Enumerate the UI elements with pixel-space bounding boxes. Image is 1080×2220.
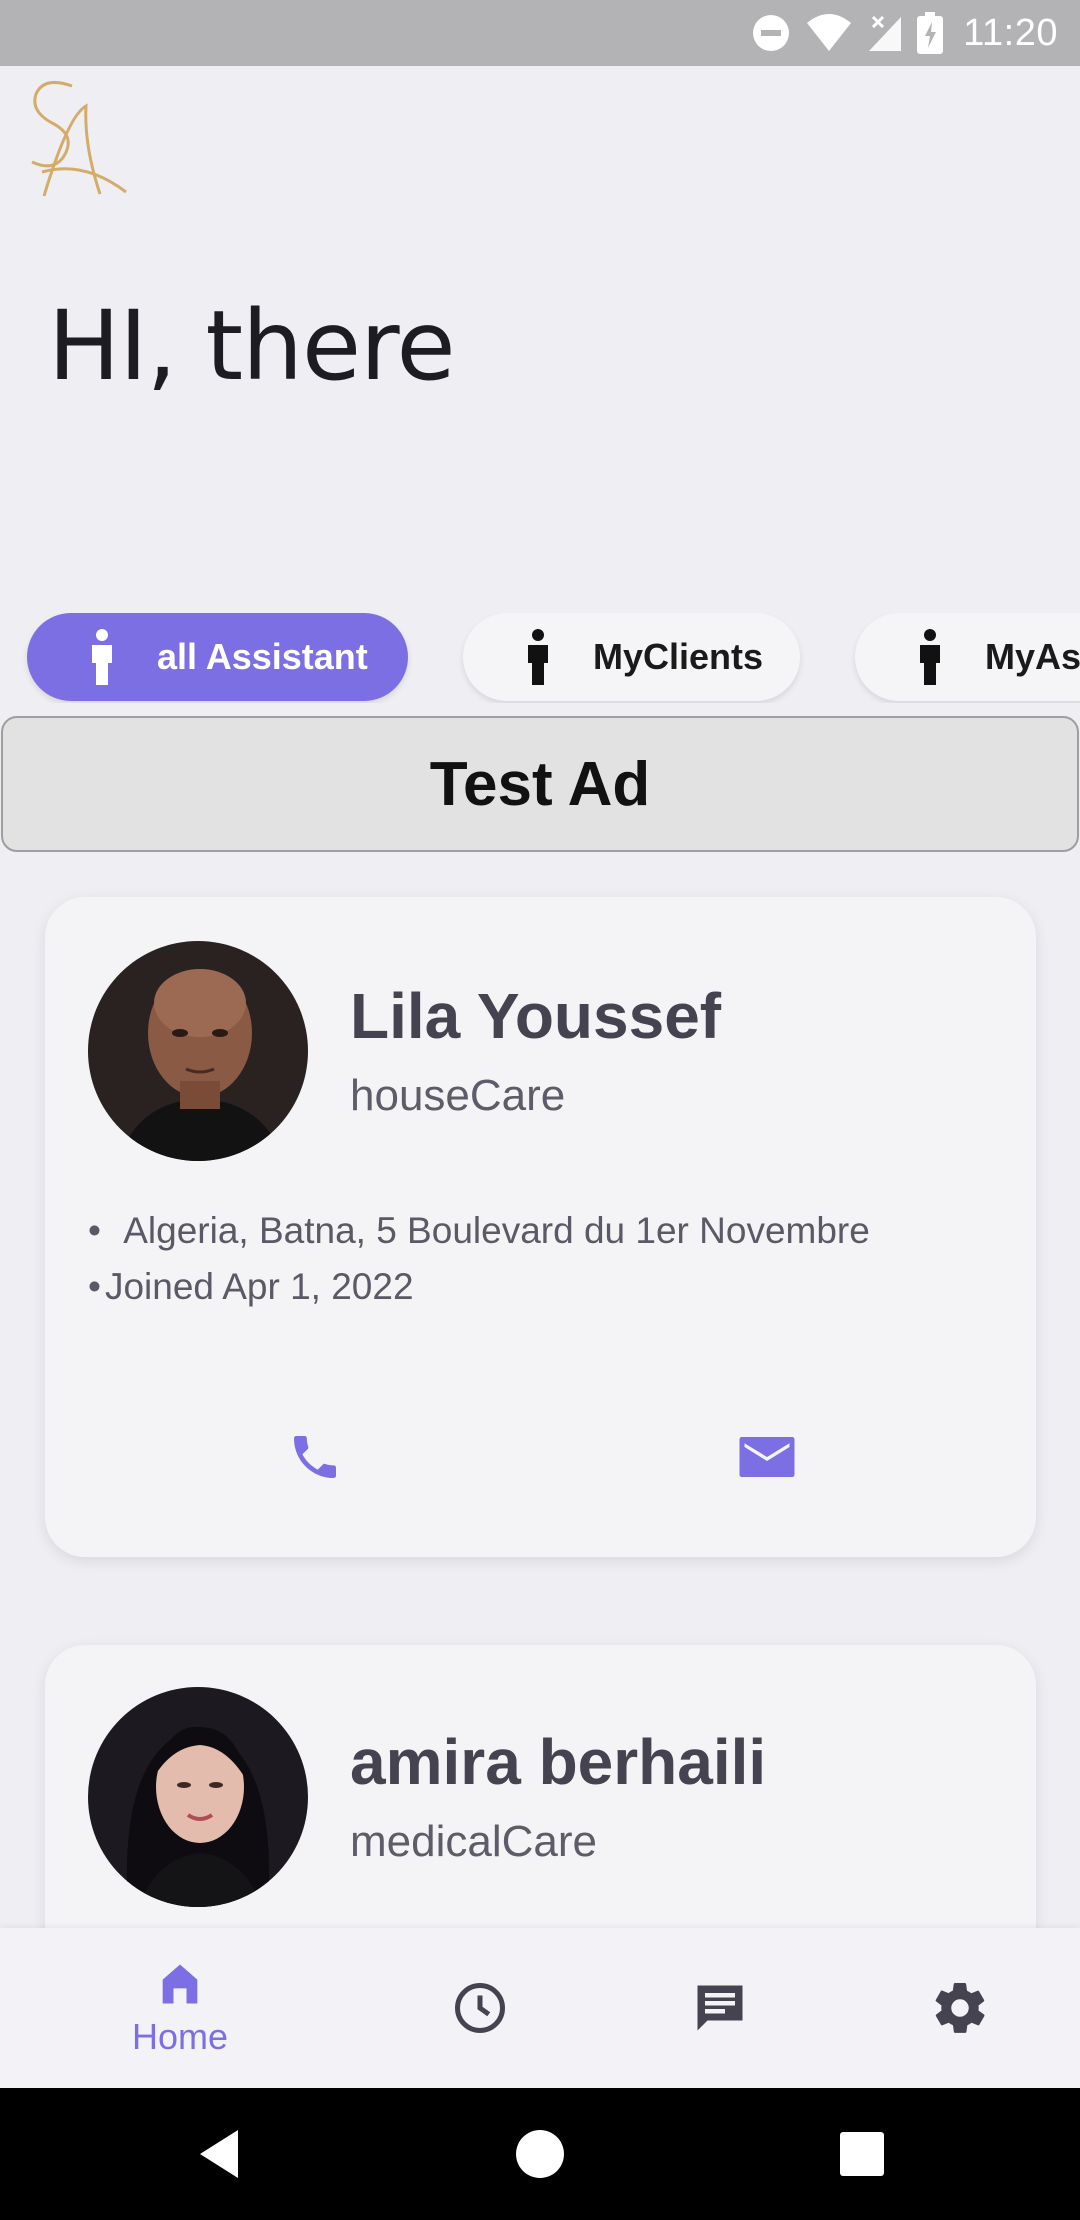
person-icon [905, 629, 955, 685]
nav-settings[interactable] [880, 1928, 1040, 2088]
nav-home[interactable]: Home [100, 1928, 260, 2088]
signal-icon [869, 15, 902, 51]
system-navigation-bar [0, 2088, 1080, 2220]
battery-icon [917, 12, 944, 54]
settings-icon [935, 1983, 985, 2033]
bottom-navigation: Home [0, 1928, 1080, 2088]
person-icon [77, 629, 127, 685]
address-text: Algeria, Batna, 5 Boulevard du 1er Novem… [123, 1210, 870, 1251]
chip-my-clients[interactable]: MyClients [463, 613, 800, 701]
nav-home-label: Home [131, 2016, 229, 2057]
back-icon[interactable] [192, 2126, 248, 2182]
person-icon [513, 629, 563, 685]
sa-logo-icon [31, 80, 127, 197]
address-line: • Algeria, Batna, 5 Boulevard du 1er Nov… [88, 1210, 870, 1251]
joined-text: Joined Apr 1, 2022 [104, 1266, 414, 1307]
greeting-title: HI, there [48, 290, 455, 402]
nav-chat[interactable] [640, 1928, 800, 2088]
email-button[interactable] [727, 1417, 807, 1497]
assistant-details: • Algeria, Batna, 5 Boulevard du 1er Nov… [88, 1203, 870, 1315]
wifi-icon [807, 14, 852, 51]
assistant-name: amira berhaili [350, 1726, 767, 1798]
phone-icon [294, 1436, 336, 1478]
avatar [88, 941, 308, 1161]
chat-icon [697, 1985, 743, 2031]
assistant-category: houseCare [350, 1071, 566, 1120]
chip-label: MyAs [985, 636, 1080, 677]
home-icon [162, 1964, 198, 2004]
card-actions [45, 1417, 1036, 1497]
nav-history[interactable] [400, 1928, 560, 2088]
filter-chips: all Assistant MyClients MyAs [0, 613, 1080, 703]
chip-my-assistants[interactable]: MyAs [855, 613, 1080, 701]
history-icon [455, 1983, 505, 2033]
do-not-disturb-icon [753, 15, 790, 51]
home-circle-icon[interactable] [512, 2126, 568, 2182]
mail-icon [739, 1437, 795, 1477]
chip-label: all Assistant [157, 636, 368, 677]
avatar [88, 1687, 308, 1907]
status-bar: 11:20 [0, 0, 1080, 66]
status-time: 11:20 [963, 11, 1058, 54]
assistant-category: medicalCare [350, 1817, 597, 1866]
call-button[interactable] [275, 1417, 355, 1497]
assistant-name: Lila Youssef [350, 980, 722, 1052]
chip-label: MyClients [593, 636, 764, 677]
chip-all-assistant[interactable]: all Assistant [27, 613, 408, 701]
joined-line: • Joined Apr 1, 2022 [88, 1266, 414, 1307]
test-ad-banner[interactable]: Test Ad [1, 716, 1079, 852]
assistant-card[interactable]: Lila Youssef houseCare • Algeria, Batna,… [45, 897, 1036, 1557]
recents-icon[interactable] [834, 2126, 890, 2182]
